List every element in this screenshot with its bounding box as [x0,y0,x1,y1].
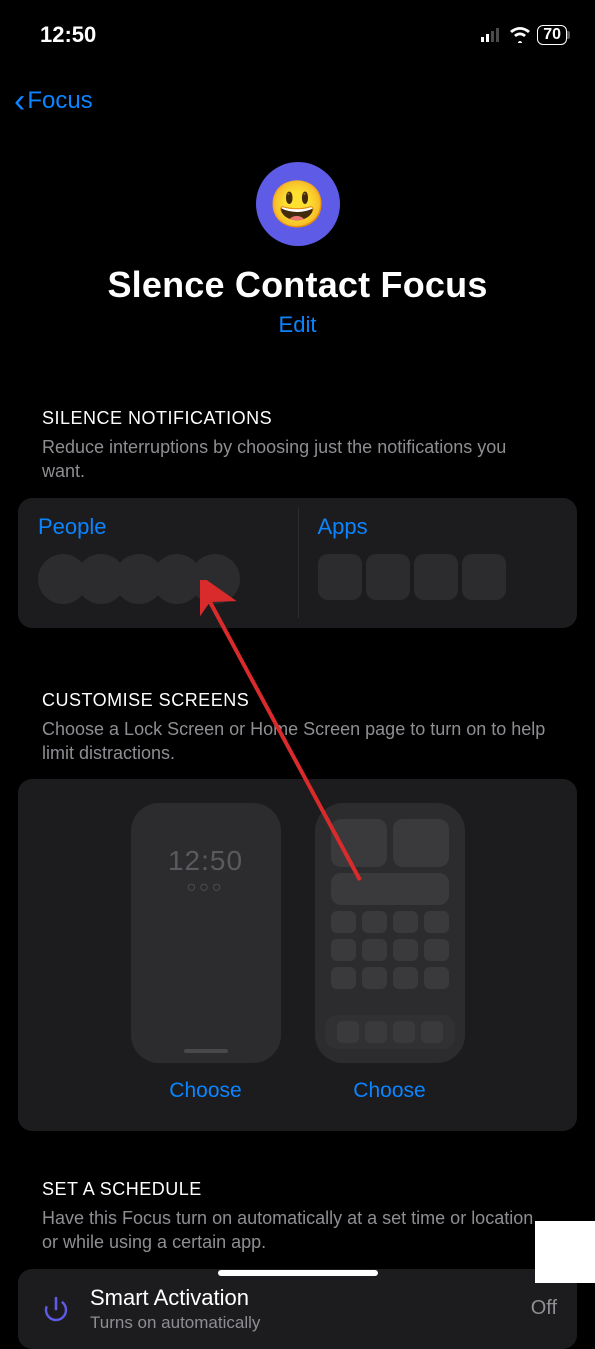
apps-squares [318,554,558,600]
battery-icon: 70 [537,25,567,45]
choose-lock-button[interactable]: Choose [169,1079,241,1103]
row-text: Smart Activation Turns on automatically [90,1285,515,1333]
power-icon [38,1291,74,1327]
wifi-icon [509,27,531,43]
status-right: 70 [481,25,567,45]
apps-label: Apps [318,514,558,540]
system-home-indicator-icon [218,1270,378,1276]
focus-emoji-icon: 😃 [256,162,340,246]
silence-section: SILENCE NOTIFICATIONS Reduce interruptio… [0,408,595,628]
home-grid [323,811,457,997]
lock-screen-column: 12:50 ○○○ Choose [131,803,281,1103]
screens-card: 12:50 ○○○ Choose Choose [18,779,577,1131]
nav-bar: ‹ Focus [0,58,595,128]
status-time: 12:50 [40,22,96,48]
silence-desc: Reduce interruptions by choosing just th… [18,429,577,484]
row-value: Off [531,1297,557,1320]
silence-header: SILENCE NOTIFICATIONS [18,408,577,429]
people-card[interactable]: People [18,498,298,628]
choose-home-button[interactable]: Choose [353,1079,425,1103]
schedule-desc: Have this Focus turn on automatically at… [18,1200,577,1255]
silence-cards: People Apps [18,498,577,628]
schedule-section: SET A SCHEDULE Have this Focus turn on a… [0,1179,595,1349]
row-title: Smart Activation [90,1285,515,1311]
screens-section: CUSTOMISE SCREENS Choose a Lock Screen o… [0,690,595,1132]
apps-card[interactable]: Apps [298,498,578,628]
schedule-header: SET A SCHEDULE [18,1179,577,1200]
home-screen-preview[interactable] [315,803,465,1063]
screens-desc: Choose a Lock Screen or Home Screen page… [18,711,577,766]
back-chevron-icon[interactable]: ‹ [14,84,25,118]
lock-time: 12:50 [168,845,243,877]
status-bar: 12:50 70 [0,0,595,58]
row-sub: Turns on automatically [90,1313,515,1333]
smart-activation-row[interactable]: Smart Activation Turns on automatically … [18,1269,577,1349]
lock-screen-preview[interactable]: 12:50 ○○○ [131,803,281,1063]
people-label: People [38,514,278,540]
focus-hero: 😃 Slence Contact Focus Edit [0,162,595,338]
home-indicator-icon [184,1049,228,1053]
dock-icon [325,1015,455,1049]
people-circles [38,554,278,604]
lock-dots: ○○○ [187,879,225,897]
cellular-icon [481,28,503,42]
screens-header: CUSTOMISE SCREENS [18,690,577,711]
overlay-patch [535,1221,595,1283]
focus-title: Slence Contact Focus [0,264,595,306]
back-button[interactable]: Focus [27,87,92,115]
edit-button[interactable]: Edit [279,312,317,338]
home-screen-column: Choose [315,803,465,1103]
schedule-list: Smart Activation Turns on automatically … [18,1269,577,1349]
